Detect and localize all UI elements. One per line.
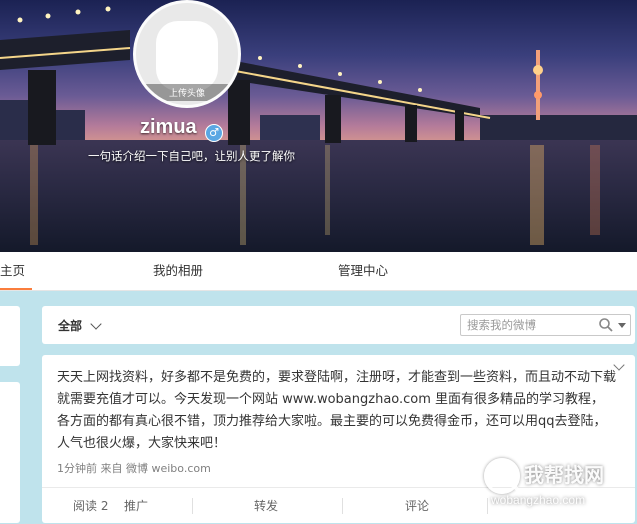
post-meta[interactable]: 1分钟前 来自 微博 weibo.com <box>57 460 211 476</box>
comment-button[interactable]: 评论 <box>405 488 429 524</box>
profile-cover: 上传头像 zimua ♂ 一句话介绍一下自己吧，让别人更了解你 <box>0 0 637 252</box>
search-icon[interactable] <box>598 317 614 333</box>
watermark-brand: 我帮找网 <box>524 463 604 487</box>
repost-button[interactable]: 转发 <box>254 488 278 524</box>
username: zimua <box>140 116 197 138</box>
site-watermark: 我帮找网 wobangzhao.com <box>484 453 634 523</box>
profile-nav: 主页 我的相册 管理中心 <box>0 252 637 291</box>
search-box <box>460 314 631 336</box>
divider <box>192 498 193 514</box>
filter-all-dropdown[interactable]: 全部 <box>58 306 82 346</box>
cover-bridge-illustration <box>0 6 637 252</box>
avatar-upload-label[interactable]: 上传头像 <box>136 84 238 101</box>
sidebar-panel <box>0 382 20 523</box>
avatar[interactable]: 上传头像 <box>133 0 241 108</box>
divider <box>342 498 343 514</box>
read-count: 阅读 2 <box>73 499 109 513</box>
caret-down-icon[interactable] <box>618 323 626 328</box>
tab-admin-center[interactable]: 管理中心 <box>338 252 388 290</box>
sidebar-panel <box>0 306 20 366</box>
feed-filter-bar: 全部 <box>42 306 635 344</box>
post-text: 天天上网找资料，好多都不是免费的，要求登陆啊，注册呀，才能查到一些资料，而且动不… <box>57 370 617 451</box>
watermark-url: wobangzhao.com <box>491 493 586 507</box>
male-gender-icon: ♂ <box>205 124 223 142</box>
chevron-down-icon[interactable] <box>90 318 102 330</box>
tab-my-album[interactable]: 我的相册 <box>153 252 203 290</box>
profile-bio[interactable]: 一句话介绍一下自己吧，让别人更了解你 <box>88 148 295 164</box>
promote-button[interactable]: 推广 <box>124 488 148 524</box>
search-input[interactable] <box>467 315 587 335</box>
tab-home[interactable]: 主页 <box>0 252 32 290</box>
